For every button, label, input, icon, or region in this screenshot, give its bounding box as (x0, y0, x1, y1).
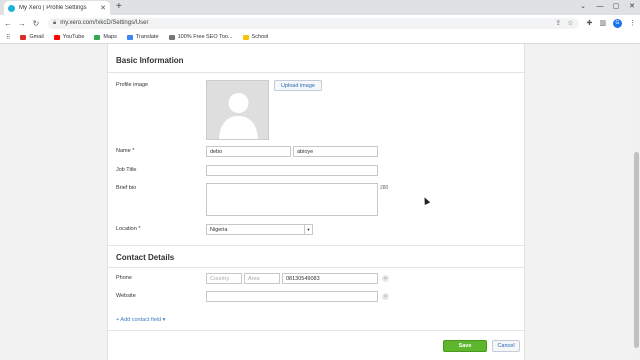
seo-tools-icon (168, 34, 175, 40)
remove-phone-icon[interactable]: × (382, 275, 389, 282)
tab-title: My Xero | Profile Settings (19, 5, 87, 11)
page-scrollbar[interactable] (633, 44, 640, 360)
address-bar[interactable]: 🔒︎ my.xero.com/!xkcD/Settings/User ⇪ ☆ (48, 17, 579, 29)
website-input[interactable] (206, 291, 378, 302)
bookmark-maps[interactable]: Maps (94, 34, 117, 40)
contact-details-heading: Contact Details (116, 253, 175, 262)
first-name-input[interactable]: debo (206, 146, 291, 157)
divider (108, 267, 524, 268)
upload-image-button[interactable]: Upload image (274, 80, 322, 91)
form-footer: Save Cancel (108, 330, 524, 360)
translate-icon (126, 34, 133, 40)
minimize-button[interactable]: — (592, 0, 608, 13)
phone-number-input[interactable]: 08130549083 (282, 273, 378, 284)
bookmark-star-icon[interactable]: ☆ (567, 19, 573, 27)
basic-information-heading: Basic Information (116, 56, 184, 65)
divider (108, 245, 524, 246)
phone-area-input[interactable]: Area (244, 273, 280, 284)
maximize-button[interactable]: ▢ (608, 0, 624, 13)
person-silhouette-icon (219, 93, 258, 139)
remove-website-icon[interactable]: × (382, 293, 389, 300)
dropdown-arrow-icon[interactable]: ▼ (304, 225, 312, 234)
apps-grid-icon[interactable]: ⠿ (6, 34, 10, 41)
youtube-icon (53, 34, 60, 40)
cancel-button[interactable]: Cancel (492, 340, 520, 352)
tab-search-chevron-icon[interactable]: ⌄ (580, 2, 586, 10)
last-name-input[interactable]: abioye (293, 146, 378, 157)
gmail-icon (20, 34, 27, 40)
phone-label: Phone (116, 275, 132, 281)
folder-icon (242, 34, 249, 40)
browser-toolbar: ← → ↻ 🔒︎ my.xero.com/!xkcD/Settings/User… (0, 15, 640, 31)
name-label: Name * (116, 148, 135, 154)
xero-favicon-icon (8, 4, 15, 12)
browser-tab[interactable]: My Xero | Profile Settings ✕ (4, 1, 110, 15)
location-value: Nigeria (210, 226, 228, 233)
close-window-button[interactable]: ✕ (624, 0, 640, 13)
add-contact-field-link[interactable]: + Add contact field ▾ (116, 317, 165, 323)
save-button[interactable]: Save (443, 340, 487, 352)
toolbar-right: ✚ ▥ G ⋮ (587, 18, 636, 28)
bookmark-gmail[interactable]: Gmail (20, 34, 44, 40)
window-controls: — ▢ ✕ (592, 0, 640, 13)
scrollbar-thumb[interactable] (634, 152, 639, 348)
bio-character-counter: 280 (380, 185, 389, 191)
browser-tabstrip: My Xero | Profile Settings ✕ + ⌄ — ▢ ✕ (0, 0, 640, 15)
website-label: Website (116, 293, 136, 299)
location-select[interactable]: Nigeria ▼ (206, 224, 313, 235)
brief-bio-textarea[interactable] (206, 183, 378, 216)
share-icon[interactable]: ⇪ (555, 19, 561, 27)
job-title-input[interactable] (206, 165, 378, 176)
lock-icon[interactable]: 🔒︎ (53, 20, 56, 27)
profile-image-label: Profile image (116, 82, 149, 88)
job-title-label: Job Title (116, 167, 137, 173)
menu-kebab-icon[interactable]: ⋮ (629, 19, 636, 27)
bookmark-youtube[interactable]: YouTube (53, 34, 84, 40)
back-icon[interactable]: ← (4, 19, 12, 28)
brief-bio-label: Brief bio (116, 185, 137, 191)
divider (108, 72, 524, 73)
bookmark-translate[interactable]: Translate (126, 34, 159, 40)
tab-close-icon[interactable]: ✕ (100, 4, 106, 12)
profile-image-placeholder (206, 80, 269, 140)
extensions-puzzle-icon[interactable]: ✚ (587, 19, 593, 27)
url-text[interactable]: my.xero.com/!xkcD/Settings/User (60, 20, 148, 26)
settings-card: Basic Information Profile image Upload i… (107, 44, 525, 360)
maps-icon (94, 34, 101, 40)
profile-avatar[interactable]: G (613, 18, 622, 28)
bookmark-school[interactable]: School (242, 34, 268, 40)
location-label: Location * (116, 226, 141, 232)
page-content: Basic Information Profile image Upload i… (0, 44, 640, 360)
new-tab-button[interactable]: + (116, 1, 122, 12)
bookmark-seo-tools[interactable]: 100% Free SEO Too... (168, 34, 233, 40)
side-panel-icon[interactable]: ▥ (599, 19, 606, 27)
reload-icon[interactable]: ↻ (32, 19, 40, 28)
phone-country-input[interactable]: Country (206, 273, 242, 284)
bookmarks-bar: ⠿ Gmail YouTube Maps Translate 100% Free… (0, 31, 640, 44)
forward-icon[interactable]: → (18, 19, 26, 28)
